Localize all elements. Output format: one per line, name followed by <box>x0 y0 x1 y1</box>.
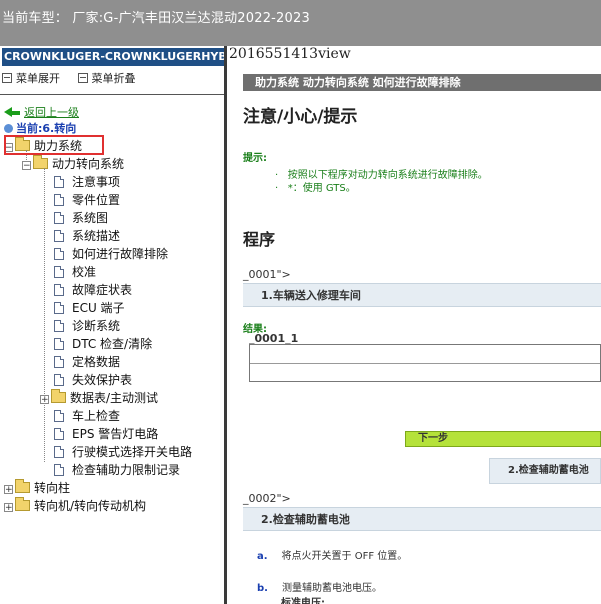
document-icon <box>54 266 64 278</box>
tree-leaf[interactable]: ECU 端子 <box>54 299 125 317</box>
expand-icon[interactable]: + <box>4 503 13 513</box>
window-title: 当前车型： 厂家:G-广汽丰田汉兰达混动2022-2023 <box>2 11 310 26</box>
folder-icon <box>15 497 30 511</box>
back-link[interactable]: 返回上一级 <box>24 106 79 119</box>
substep-b: b. 测量辅助蓄电池电压。 <box>257 583 382 594</box>
tree-node-steering-column[interactable]: + 转向柱 <box>4 479 70 497</box>
document-icon <box>54 410 64 422</box>
content-pane: 2016551413view 助力系统 动力转向系统 如何进行故障排除 注意/小… <box>227 46 601 604</box>
back-arrow-icon <box>4 107 12 117</box>
back-link-row[interactable]: 返回上一级 <box>4 104 79 120</box>
document-icon <box>54 302 64 314</box>
section-heading-procedure: 程序 <box>243 230 276 249</box>
document-icon <box>54 230 64 242</box>
collapse-icon[interactable]: − <box>22 161 31 171</box>
vehicle-model-header: CROWNKLUGER-CROWNKLUGERHYBRID <box>2 48 224 66</box>
tree-node-steering-gear[interactable]: + 转向机/转向传动机构 <box>4 497 146 515</box>
current-location: 当前:6.转向 <box>4 120 76 136</box>
tree-leaf[interactable]: 定格数据 <box>54 353 120 371</box>
folder-icon <box>15 479 30 493</box>
tree-leaf[interactable]: 系统描述 <box>54 227 120 245</box>
current-location-label: 当前:6.转向 <box>16 122 77 135</box>
tree-node-label: 转向机/转向传动机构 <box>34 499 147 513</box>
title-bar: 当前车型： 厂家:G-广汽丰田汉兰达混动2022-2023 <box>0 0 601 46</box>
tree-leaf[interactable]: DTC 检查/清除 <box>54 335 152 353</box>
document-icon <box>54 176 64 188</box>
tree-leaf[interactable]: 如何进行故障排除 <box>54 245 168 263</box>
document-icon <box>54 356 64 368</box>
tree-leaf[interactable]: 校准 <box>54 263 96 281</box>
folder-icon <box>33 155 48 169</box>
tree-leaf[interactable]: EPS 警告灯电路 <box>54 425 158 443</box>
goto-step-2-button[interactable]: 2.检查辅助蓄电池 <box>489 458 601 484</box>
location-icon <box>4 124 13 133</box>
tree-toolbar: 菜单展开 菜单折叠 <box>2 70 150 86</box>
document-icon <box>54 464 64 476</box>
tree-leaf[interactable]: 故障症状表 <box>54 281 132 299</box>
document-icon <box>54 284 64 296</box>
step-code: _0002"> <box>243 492 291 505</box>
result-table <box>249 344 601 382</box>
hint-line: · *：使用 GTS。 <box>275 183 356 194</box>
menu-icon <box>77 73 88 83</box>
breadcrumb: 助力系统 动力转向系统 如何进行故障排除 <box>243 74 601 91</box>
tree-node-label: 数据表/主动测试 <box>70 391 159 405</box>
collapse-all-button[interactable]: 菜单折叠 <box>77 72 136 85</box>
tree-leaf[interactable]: 诊断系统 <box>54 317 120 335</box>
folder-icon <box>51 389 66 403</box>
document-icon <box>54 374 64 386</box>
tree-node-label: 动力转向系统 <box>52 157 125 171</box>
tree-node-power-steering[interactable]: − 动力转向系统 <box>22 155 124 173</box>
tree-leaf[interactable]: 零件位置 <box>54 191 120 209</box>
document-icon <box>54 338 64 350</box>
step-code: _0001"> <box>243 268 291 281</box>
document-icon <box>54 446 64 458</box>
tree-leaf[interactable]: 检查辅助力限制记录 <box>54 461 180 479</box>
step-2-header: 2.检查辅助蓄电池 <box>243 507 601 531</box>
step-1-header: 1.车辆送入修理车间 <box>243 283 601 307</box>
document-icon <box>54 194 64 206</box>
document-icon <box>54 212 64 224</box>
collapse-all-label: 菜单折叠 <box>91 72 136 85</box>
expand-icon[interactable]: + <box>4 485 13 495</box>
tree-leaf[interactable]: 行驶模式选择开关电路 <box>54 443 192 461</box>
tree-leaf[interactable]: 系统图 <box>54 209 108 227</box>
tree-node-data-list[interactable]: + 数据表/主动测试 <box>40 389 158 407</box>
menu-icon <box>2 73 12 83</box>
view-id: 2016551413view <box>229 46 351 62</box>
document-icon <box>54 428 64 440</box>
tree-leaf[interactable]: 失效保护表 <box>54 371 132 389</box>
selection-highlight <box>4 135 104 155</box>
expand-all-label: 菜单展开 <box>16 72 60 85</box>
substep-a: a. 将点火开关置于 OFF 位置。 <box>257 551 408 562</box>
next-step-button[interactable]: 下一步 <box>405 431 601 447</box>
toolbar-divider <box>0 94 224 95</box>
section-heading-caution: 注意/小心/提示 <box>243 107 358 127</box>
tree-leaf[interactable]: 注意事项 <box>54 173 120 191</box>
standard-voltage-label: 标准电压: <box>281 598 325 604</box>
hint-label: 提示: <box>243 153 267 164</box>
tree-node-label: 转向柱 <box>34 481 71 495</box>
tree-leaf[interactable]: 车上检查 <box>54 407 120 425</box>
expand-all-button[interactable]: 菜单展开 <box>2 72 60 85</box>
expand-icon[interactable]: + <box>40 395 49 405</box>
document-icon <box>54 320 64 332</box>
document-icon <box>54 248 64 260</box>
